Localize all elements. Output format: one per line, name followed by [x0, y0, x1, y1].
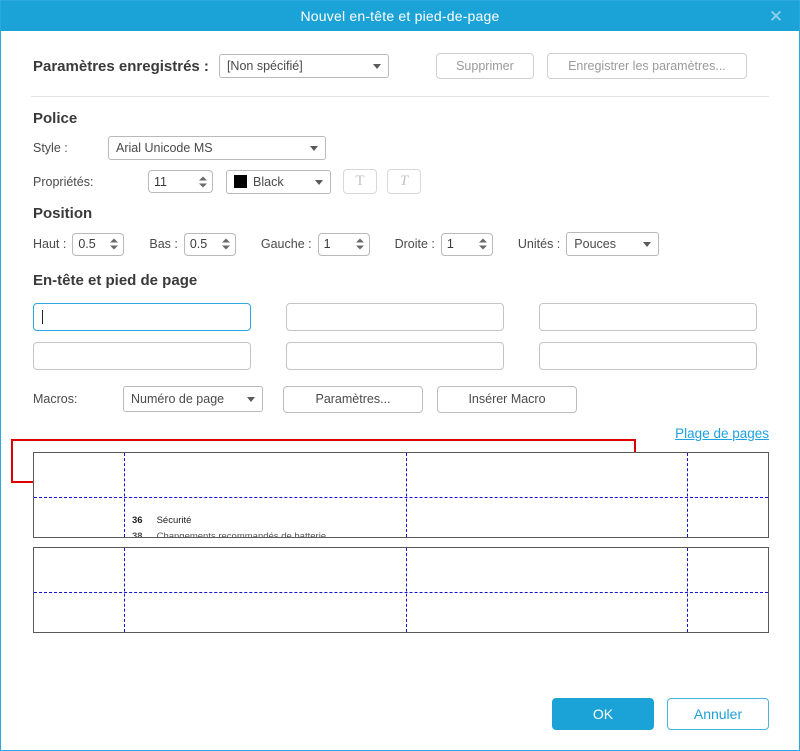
saved-settings-dropdown-value: [Non spécifié] — [226, 59, 303, 73]
top-divider — [31, 96, 769, 97]
preview-page-two[interactable] — [33, 547, 769, 633]
preview-page-one[interactable]: 36 Sécurité 38 Changements recommandés de … — [33, 452, 769, 538]
font-size-stepper[interactable]: 11 — [148, 170, 213, 193]
font-section-heading: Police — [33, 110, 78, 127]
footer-field-center[interactable] — [286, 342, 504, 370]
font-size-value: 11 — [154, 174, 167, 189]
preview-line-one-text: Sécurité — [156, 515, 192, 526]
macros-dropdown-value: Numéro de page — [131, 392, 225, 406]
position-right-group: Droite : 1 — [394, 232, 493, 256]
position-units-group: Unités : Pouces — [517, 232, 660, 256]
bold-button[interactable]: T — [343, 169, 377, 194]
stepper-arrows-icon[interactable] — [478, 238, 487, 250]
position-section: Position Haut : 0.5 Bas : 0.5 Gauche: 1… — [1, 205, 799, 256]
cancel-button[interactable]: Annuler — [667, 698, 769, 730]
position-left-stepper[interactable]: 1 — [317, 232, 370, 256]
dialog-footer: OK Annuler — [1, 678, 799, 750]
page-range-link[interactable]: Plage de pages — [675, 426, 769, 441]
position-section-heading: Position — [33, 205, 93, 222]
macros-row: Macros: Numéro de page Paramètres... Ins… — [33, 385, 769, 413]
guide-vertical-left — [124, 548, 125, 632]
chevron-down-icon — [372, 64, 381, 69]
macro-settings-button[interactable]: Paramètres... — [283, 385, 423, 413]
position-left-label: Gauche : — [260, 237, 312, 251]
font-style-value: Arial Unicode MS — [116, 141, 213, 155]
chevron-down-icon — [310, 146, 318, 151]
dialog-titlebar: Nouvel en-tête et pied-de-page ✕ — [1, 1, 799, 31]
saved-settings-label: Paramètres enregistrés : — [33, 57, 209, 75]
position-top-label: Haut : — [33, 237, 67, 251]
position-bottom-value: 0.5 — [189, 237, 208, 251]
stepper-arrows-icon[interactable] — [355, 238, 364, 250]
save-settings-button[interactable]: Enregistrer les paramètres... — [546, 53, 747, 79]
font-properties-label: Propriétés: — [33, 174, 94, 189]
header-footer-heading: En-tête et pied de page — [33, 272, 198, 289]
macros-label: Macros: — [33, 392, 78, 406]
position-fields-row: Haut : 0.5 Bas : 0.5 Gauche : 1 Droite:… — [33, 232, 769, 256]
font-color-dropdown[interactable]: Black — [226, 169, 331, 194]
header-field-center[interactable] — [286, 303, 504, 331]
stepper-arrows-icon[interactable] — [221, 238, 230, 250]
font-section: Police Style : Arial Unicode MS Propriét… — [1, 110, 799, 194]
saved-settings-row: Paramètres enregistrés : [Non spécifié] … — [1, 31, 799, 89]
stepper-arrows-icon[interactable] — [199, 176, 207, 187]
position-left-group: Gauche : 1 — [260, 232, 370, 256]
chevron-down-icon — [643, 242, 652, 247]
chevron-down-icon — [247, 397, 255, 402]
header-field-left[interactable] — [33, 303, 251, 331]
header-footer-section: En-tête et pied de page Macros: Numéro d… — [1, 272, 799, 413]
position-top-stepper[interactable]: 0.5 — [72, 232, 125, 256]
font-style-dropdown[interactable]: Arial Unicode MS — [108, 136, 326, 160]
text-cursor-icon — [42, 310, 43, 324]
preview-line-one-number: 36 — [132, 515, 143, 526]
position-units-dropdown[interactable]: Pouces — [566, 232, 660, 256]
position-right-stepper[interactable]: 1 — [440, 232, 493, 256]
stepper-arrows-icon[interactable] — [110, 238, 119, 250]
font-style-label: Style : — [33, 141, 68, 155]
footer-field-left[interactable] — [33, 342, 251, 370]
guide-vertical-right — [687, 453, 688, 537]
insert-macro-button[interactable]: Insérer Macro — [437, 385, 577, 413]
position-right-value: 1 — [446, 237, 454, 251]
dialog-title: Nouvel en-tête et pied-de-page — [300, 8, 500, 24]
guide-vertical-center — [406, 453, 407, 537]
new-header-footer-dialog: Nouvel en-tête et pied-de-page ✕ Paramèt… — [0, 0, 800, 751]
dialog-body: Paramètres enregistrés : [Non spécifié] … — [1, 31, 799, 750]
position-units-label: Unités : — [517, 237, 561, 251]
header-field-right[interactable] — [539, 303, 757, 331]
guide-horizontal — [34, 592, 768, 593]
page-range-row: Plage de pages — [1, 426, 799, 441]
position-top-value: 0.5 — [78, 237, 96, 251]
position-bottom-stepper[interactable]: 0.5 — [183, 232, 236, 256]
preview-line-one: 36 Sécurité — [132, 515, 191, 526]
italic-button[interactable]: T — [387, 169, 421, 194]
preview-area: 36 Sécurité 38 Changements recommandés de … — [1, 452, 799, 633]
ok-button[interactable]: OK — [552, 698, 654, 730]
font-style-row: Style : Arial Unicode MS — [33, 136, 769, 160]
color-swatch-icon — [234, 175, 247, 188]
position-left-value: 1 — [323, 237, 331, 251]
header-footer-grid — [33, 303, 769, 370]
saved-settings-dropdown[interactable]: [Non spécifié] — [218, 54, 389, 78]
guide-vertical-right — [687, 548, 688, 632]
position-bottom-group: Bas : 0.5 — [149, 232, 236, 256]
chevron-down-icon — [315, 179, 323, 185]
guide-horizontal — [34, 497, 768, 498]
preview-line-two-clipped: 38 Changements recommandés de batterie — [132, 531, 327, 538]
macros-dropdown[interactable]: Numéro de page — [123, 386, 263, 412]
position-top-group: Haut : 0.5 — [33, 232, 125, 256]
font-color-value: Black — [253, 174, 284, 189]
position-units-value: Pouces — [574, 237, 616, 251]
position-bottom-label: Bas : — [149, 237, 178, 251]
delete-settings-button[interactable]: Supprimer — [435, 53, 534, 79]
footer-field-right[interactable] — [539, 342, 757, 370]
guide-vertical-center — [406, 548, 407, 632]
position-right-label: Droite : — [394, 237, 435, 251]
guide-vertical-left — [124, 453, 125, 537]
font-properties-row: Propriétés: 11 Black T T — [33, 169, 769, 194]
close-icon[interactable]: ✕ — [759, 1, 793, 31]
